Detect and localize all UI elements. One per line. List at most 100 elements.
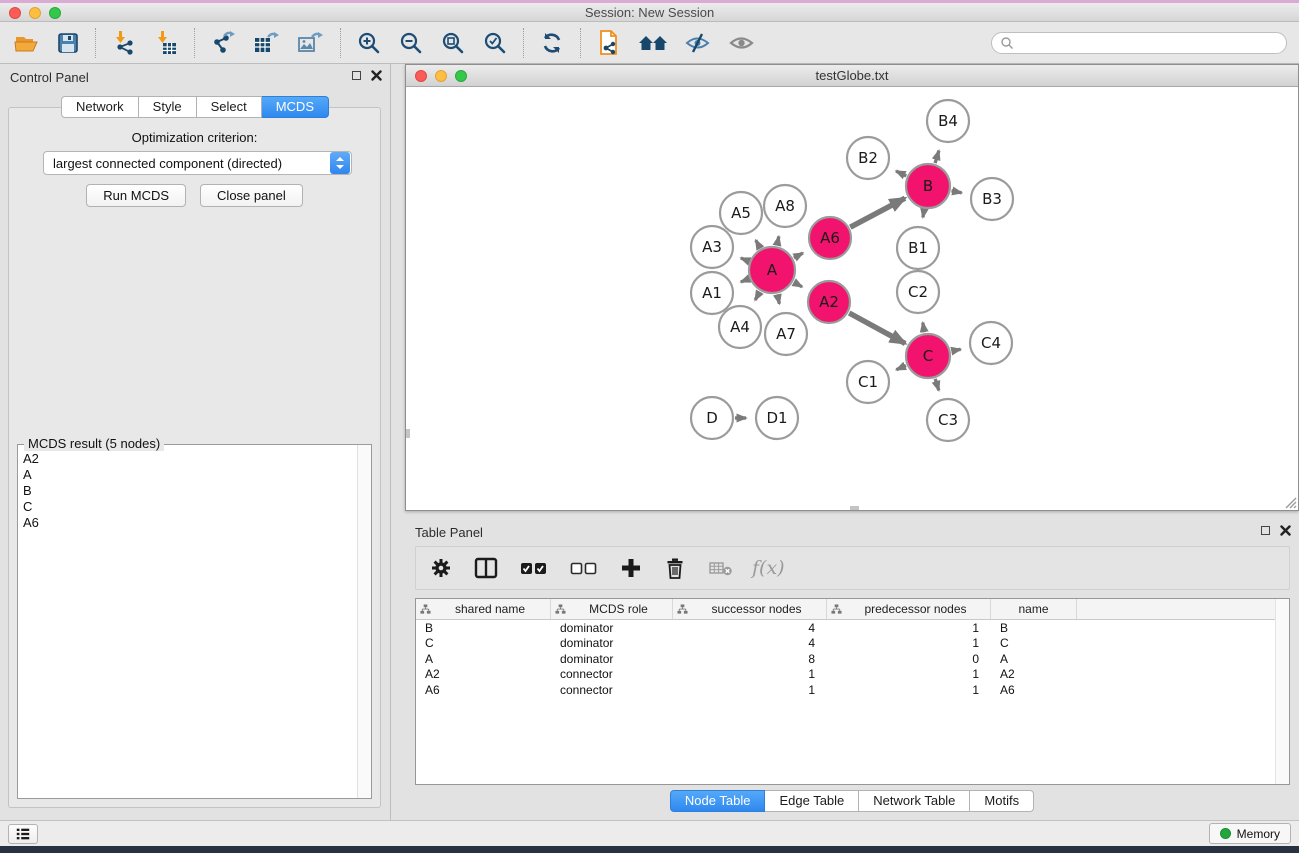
export-network-button[interactable] [202, 28, 245, 58]
open-file-button[interactable] [6, 29, 48, 57]
memory-button[interactable]: Memory [1209, 823, 1291, 844]
result-scrollbar[interactable] [357, 445, 371, 798]
node-A7[interactable]: A7 [765, 313, 807, 355]
show-task-history-button[interactable] [8, 824, 38, 844]
result-item[interactable]: B [23, 483, 356, 499]
tab-network-table[interactable]: Network Table [859, 790, 970, 812]
node-A4[interactable]: A4 [719, 306, 761, 348]
table-scrollbar[interactable] [1275, 599, 1289, 784]
table-cell[interactable]: A6 [416, 683, 551, 697]
table-cell[interactable]: 1 [673, 683, 827, 697]
select-all-button[interactable] [516, 556, 552, 580]
table-cell[interactable]: 4 [673, 636, 827, 650]
table-cell[interactable]: dominator [551, 636, 673, 650]
table-cell[interactable]: 1 [827, 621, 991, 635]
table-cell[interactable]: connector [551, 683, 673, 697]
node-C3[interactable]: C3 [927, 399, 969, 441]
criterion-select[interactable]: largest connected component (directed) [43, 151, 352, 175]
zoom-in-button[interactable] [348, 28, 390, 58]
zoom-out-button[interactable] [390, 28, 432, 58]
node-A5[interactable]: A5 [720, 192, 762, 234]
export-image-button[interactable] [289, 28, 333, 58]
edge-C-C4[interactable] [952, 349, 961, 351]
tab-select[interactable]: Select [197, 96, 262, 118]
edge-C-C3[interactable] [935, 379, 939, 391]
home-button[interactable] [630, 29, 676, 57]
float-table-panel-icon[interactable] [1261, 526, 1270, 535]
function-builder-label[interactable]: f(x) [752, 557, 785, 579]
deselect-all-button[interactable] [566, 556, 602, 580]
node-A1[interactable]: A1 [691, 272, 733, 314]
delete-column-button[interactable] [660, 555, 690, 581]
delete-table-button[interactable] [704, 556, 738, 580]
table-row[interactable]: A6connector11A6 [416, 682, 1275, 698]
table-row[interactable]: A2connector11A2 [416, 667, 1275, 683]
hide-selected-button[interactable] [676, 29, 720, 57]
edge-A-A4[interactable] [755, 292, 760, 300]
close-panel-button[interactable]: Close panel [200, 184, 303, 207]
node-B4[interactable]: B4 [927, 100, 969, 142]
zoom-fit-button[interactable] [432, 28, 474, 58]
float-panel-icon[interactable] [352, 71, 361, 80]
node-A3[interactable]: A3 [691, 226, 733, 268]
node-B2[interactable]: B2 [847, 137, 889, 179]
table-cell[interactable]: dominator [551, 652, 673, 666]
table-cell[interactable]: A [991, 652, 1077, 666]
edge-B-B1[interactable] [923, 210, 924, 218]
tab-node-table[interactable]: Node Table [670, 790, 766, 812]
tab-network[interactable]: Network [61, 96, 139, 118]
result-item[interactable]: C [23, 499, 356, 515]
network-window-titlebar[interactable]: testGlobe.txt [406, 65, 1298, 87]
table-cell[interactable]: 1 [827, 636, 991, 650]
add-column-button[interactable] [616, 555, 646, 581]
table-cell[interactable]: 1 [827, 683, 991, 697]
close-panel-icon[interactable] [371, 70, 382, 81]
node-D1[interactable]: D1 [756, 397, 798, 439]
table-cell[interactable]: 0 [827, 652, 991, 666]
edge-A6-B[interactable] [850, 198, 905, 227]
refresh-button[interactable] [531, 28, 573, 58]
network-canvas[interactable]: B4B2BB3A5A8A6A3AB1A1C2A2A4A7CC4C1C3DD1 [406, 87, 1298, 510]
node-B1[interactable]: B1 [897, 227, 939, 269]
node-D[interactable]: D [691, 397, 733, 439]
table-cell[interactable]: B [991, 621, 1077, 635]
edge-B-B4[interactable] [935, 151, 939, 164]
search-input[interactable] [1014, 35, 1278, 51]
edge-A-A3[interactable] [741, 258, 749, 261]
tab-motifs[interactable]: Motifs [970, 790, 1034, 812]
show-all-button[interactable] [720, 29, 764, 57]
node-C2[interactable]: C2 [897, 271, 939, 313]
import-table-button[interactable] [145, 28, 187, 58]
column-header-name[interactable]: name [991, 599, 1077, 619]
tab-mcds[interactable]: MCDS [262, 96, 329, 118]
mcds-result-list[interactable]: A2ABCA6 [19, 448, 356, 797]
node-B3[interactable]: B3 [971, 178, 1013, 220]
edge-A-A1[interactable] [741, 279, 749, 282]
edge-A-A5[interactable] [756, 240, 760, 248]
table-cell[interactable]: 4 [673, 621, 827, 635]
toggle-columns-button[interactable] [470, 555, 502, 581]
edge-B-B2[interactable] [896, 171, 906, 176]
node-C1[interactable]: C1 [847, 361, 889, 403]
table-cell[interactable]: C [416, 636, 551, 650]
table-cell[interactable]: connector [551, 667, 673, 681]
node-C[interactable]: C [906, 334, 950, 378]
open-network-file-button[interactable] [588, 27, 630, 59]
table-cell[interactable]: C [991, 636, 1077, 650]
result-item[interactable]: A6 [23, 515, 356, 531]
export-table-button[interactable] [245, 28, 289, 58]
edge-B-B3[interactable] [952, 191, 962, 193]
column-header-shared-name[interactable]: shared name [416, 599, 551, 619]
edge-A-A7[interactable] [777, 294, 779, 303]
run-mcds-button[interactable]: Run MCDS [86, 184, 186, 207]
node-C4[interactable]: C4 [970, 322, 1012, 364]
table-cell[interactable]: 8 [673, 652, 827, 666]
search-field[interactable] [991, 32, 1287, 54]
edge-A-A8[interactable] [777, 236, 779, 245]
result-item[interactable]: A2 [23, 451, 356, 467]
table-cell[interactable]: A2 [991, 667, 1077, 681]
table-cell[interactable]: A2 [416, 667, 551, 681]
resize-grip-icon[interactable] [1283, 495, 1297, 509]
network-graph[interactable]: B4B2BB3A5A8A6A3AB1A1C2A2A4A7CC4C1C3DD1 [406, 87, 1298, 510]
edge-C-C2[interactable] [923, 323, 925, 333]
